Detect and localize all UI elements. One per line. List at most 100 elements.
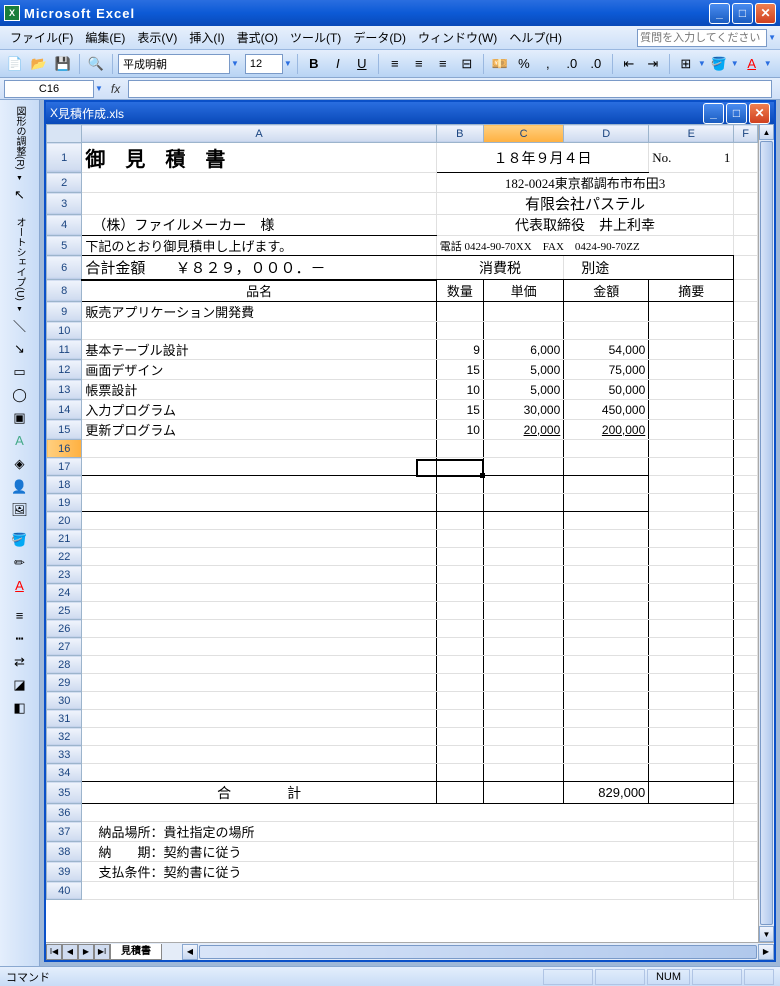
horizontal-scrollbar[interactable]: ◀ ▶ <box>182 944 774 960</box>
clipart-icon[interactable]: 👤 <box>10 477 30 497</box>
shadow-icon[interactable]: ◪ <box>10 675 30 695</box>
row-header[interactable]: 3 <box>47 193 82 215</box>
formula-bar[interactable] <box>128 80 772 98</box>
row-header[interactable]: 1 <box>47 143 82 173</box>
align-center-button[interactable]: ≡ <box>408 53 430 75</box>
fx-icon[interactable]: fx <box>111 82 120 96</box>
rectangle-icon[interactable]: ▭ <box>10 362 30 382</box>
font-size-dropdown[interactable]: 12 ▼ <box>245 54 292 74</box>
increase-decimal-button[interactable]: .0 <box>561 53 583 75</box>
fill-color-button[interactable]: 🪣▼ <box>708 53 739 75</box>
scroll-thumb[interactable] <box>760 141 773 925</box>
row-header[interactable]: 18 <box>47 476 82 494</box>
shape-adjust-label[interactable]: 図形の調整(R) <box>12 104 27 172</box>
row-header[interactable]: 22 <box>47 548 82 566</box>
row-header[interactable]: 27 <box>47 638 82 656</box>
line-style-icon[interactable]: ≡ <box>10 606 30 626</box>
row-header[interactable]: 34 <box>47 764 82 782</box>
underline-button[interactable]: U <box>351 53 373 75</box>
font-color-icon[interactable]: A <box>10 576 30 596</box>
row-header[interactable]: 31 <box>47 710 82 728</box>
row-header[interactable]: 20 <box>47 512 82 530</box>
arrow-icon[interactable]: ↘ <box>10 339 30 359</box>
row-header[interactable]: 2 <box>47 173 82 193</box>
line-color-icon[interactable]: ✏ <box>10 553 30 573</box>
menu-data[interactable]: データ(D) <box>347 27 412 48</box>
doc-minimize-button[interactable]: _ <box>703 103 724 124</box>
col-header-f[interactable]: F <box>734 125 758 143</box>
fill-bucket-icon[interactable]: 🪣 <box>10 530 30 550</box>
merge-center-button[interactable]: ⊟ <box>456 53 478 75</box>
row-header[interactable]: 8 <box>47 280 82 302</box>
menu-file[interactable]: ファイル(F) <box>4 27 79 48</box>
row-header[interactable]: 35 <box>47 782 82 804</box>
pointer-icon[interactable]: ↖ <box>10 185 30 205</box>
row-header[interactable]: 9 <box>47 302 82 322</box>
close-button[interactable]: ✕ <box>755 3 776 24</box>
tab-last-button[interactable]: ▶I <box>94 944 110 960</box>
new-button[interactable]: 📄 <box>4 53 26 75</box>
vertical-scrollbar[interactable]: ▲ ▼ <box>758 124 774 942</box>
row-header[interactable]: 16 <box>47 440 82 458</box>
percent-button[interactable]: % <box>513 53 535 75</box>
row-header[interactable]: 30 <box>47 692 82 710</box>
row-header[interactable]: 17 <box>47 458 82 476</box>
row-header[interactable]: 37 <box>47 822 82 842</box>
diagram-icon[interactable]: ◈ <box>10 454 30 474</box>
row-header[interactable]: 13 <box>47 380 82 400</box>
hscroll-thumb[interactable] <box>199 945 757 959</box>
row-header[interactable]: 28 <box>47 656 82 674</box>
row-header[interactable]: 24 <box>47 584 82 602</box>
tab-prev-button[interactable]: ◀ <box>62 944 78 960</box>
col-header-e[interactable]: E <box>649 125 734 143</box>
row-header[interactable]: 21 <box>47 530 82 548</box>
row-header[interactable]: 32 <box>47 728 82 746</box>
help-search-input[interactable] <box>637 29 767 47</box>
minimize-button[interactable]: _ <box>709 3 730 24</box>
increase-indent-button[interactable]: ⇥ <box>642 53 664 75</box>
font-color-button[interactable]: A▼ <box>741 53 772 75</box>
arrow-style-icon[interactable]: ⇄ <box>10 652 30 672</box>
col-header-d[interactable]: D <box>564 125 649 143</box>
select-all-corner[interactable] <box>47 125 82 143</box>
maximize-button[interactable]: □ <box>732 3 753 24</box>
row-header[interactable]: 38 <box>47 842 82 862</box>
3d-icon[interactable]: ◧ <box>10 698 30 718</box>
save-button[interactable]: 💾 <box>52 53 74 75</box>
scroll-left-button[interactable]: ◀ <box>182 944 198 960</box>
sheet-tab[interactable]: 見積書 <box>110 944 162 960</box>
namebox-caret[interactable]: ▼ <box>94 84 103 93</box>
line-icon[interactable]: ＼ <box>10 316 30 336</box>
tab-next-button[interactable]: ▶ <box>78 944 94 960</box>
row-header[interactable]: 26 <box>47 620 82 638</box>
name-box[interactable]: C16 <box>4 80 94 98</box>
row-header[interactable]: 40 <box>47 882 82 900</box>
col-header-b[interactable]: B <box>436 125 483 143</box>
open-button[interactable]: 📂 <box>28 53 50 75</box>
dash-style-icon[interactable]: ┅ <box>10 629 30 649</box>
doc-close-button[interactable]: ✕ <box>749 103 770 124</box>
row-header[interactable]: 5 <box>47 236 82 256</box>
menu-view[interactable]: 表示(V) <box>131 27 183 48</box>
scroll-up-button[interactable]: ▲ <box>759 124 774 140</box>
autoshape-label[interactable]: オートシェイプ(U) <box>12 215 27 303</box>
row-header[interactable]: 11 <box>47 340 82 360</box>
oval-icon[interactable]: ◯ <box>10 385 30 405</box>
tab-first-button[interactable]: I◀ <box>46 944 62 960</box>
scroll-right-button[interactable]: ▶ <box>758 944 774 960</box>
italic-button[interactable]: I <box>327 53 349 75</box>
comma-button[interactable]: , <box>537 53 559 75</box>
row-header[interactable]: 23 <box>47 566 82 584</box>
row-header[interactable]: 6 <box>47 256 82 280</box>
align-right-button[interactable]: ≡ <box>432 53 454 75</box>
menu-insert[interactable]: 挿入(I) <box>183 27 230 48</box>
doc-maximize-button[interactable]: □ <box>726 103 747 124</box>
row-header[interactable]: 4 <box>47 215 82 236</box>
row-header[interactable]: 12 <box>47 360 82 380</box>
print-preview-button[interactable]: 🔍 <box>85 53 107 75</box>
row-header[interactable]: 25 <box>47 602 82 620</box>
align-left-button[interactable]: ≡ <box>384 53 406 75</box>
menu-edit[interactable]: 編集(E) <box>79 27 131 48</box>
bold-button[interactable]: B <box>303 53 325 75</box>
row-header[interactable]: 29 <box>47 674 82 692</box>
